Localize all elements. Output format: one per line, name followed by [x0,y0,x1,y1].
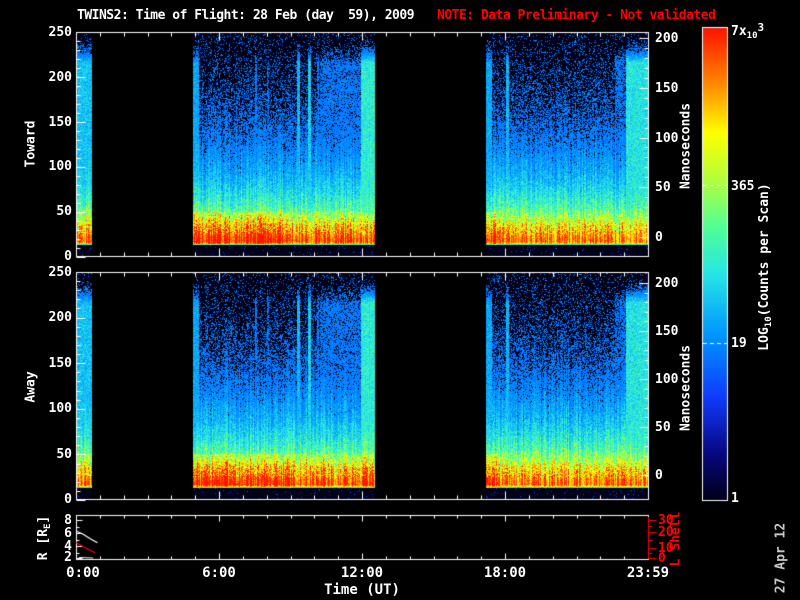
tof-tick-label: 0 [28,250,72,263]
ns-tick-label: 50 [655,181,671,194]
tof-tick-label: 50 [28,448,72,461]
ns-tick-label: 50 [655,421,671,434]
colorbar-tick-19: 19 [731,337,747,350]
date-stamp: 27 Apr 12 [775,523,788,593]
away-axis-label: Away [25,371,38,402]
ns-tick-label: 100 [655,132,678,145]
nanoseconds-label-top: Nanoseconds [680,103,693,189]
l-shell-tick-label: 20 [658,526,674,539]
plot-title: TWINS2: Time of Flight: 28 Feb (day 59),… [77,9,414,22]
ns-tick-label: 200 [655,32,678,45]
time-tick-label: 6:00 [185,566,253,580]
tof-tick-label: 200 [28,71,72,84]
tof-tick-label: 100 [28,160,72,173]
l-shell-tick-label: 0 [658,552,666,565]
time-tick-label: 18:00 [471,566,539,580]
ns-tick-label: 100 [655,373,678,386]
spectrogram-canvas [0,0,800,600]
tof-tick-label: 150 [28,357,72,370]
r-tick-label: 2 [46,551,72,564]
ns-tick-label: 150 [655,325,678,338]
tof-tick-label: 50 [28,205,72,218]
tof-tick-label: 150 [28,116,72,129]
tof-tick-label: 250 [28,26,72,39]
preliminary-note: NOTE: Data Preliminary - Not validated [437,9,715,22]
time-tick-label: 12:00 [328,566,396,580]
colorbar-top-tick-label: 7x103 [731,22,764,41]
tof-tick-label: 0 [28,493,72,506]
tof-tick-label: 100 [28,402,72,415]
plot-root: TWINS2: Time of Flight: 28 Feb (day 59),… [0,0,800,600]
colorbar-caption: LOG10(Counts per Scan) [758,183,774,350]
nanoseconds-label-bottom: Nanoseconds [680,345,693,431]
tof-tick-label: 250 [28,266,72,279]
ns-tick-label: 150 [655,82,678,95]
ns-tick-label: 0 [655,469,663,482]
time-tick-label: 23:59 [614,566,682,580]
time-tick-label: 0:00 [49,566,117,580]
colorbar-tick-365: 365 [731,180,754,193]
tof-tick-label: 200 [28,311,72,324]
ns-tick-label: 200 [655,277,678,290]
ns-tick-label: 0 [655,231,663,244]
colorbar-tick-1: 1 [731,492,739,505]
x-axis-title: Time (UT) [212,583,512,597]
